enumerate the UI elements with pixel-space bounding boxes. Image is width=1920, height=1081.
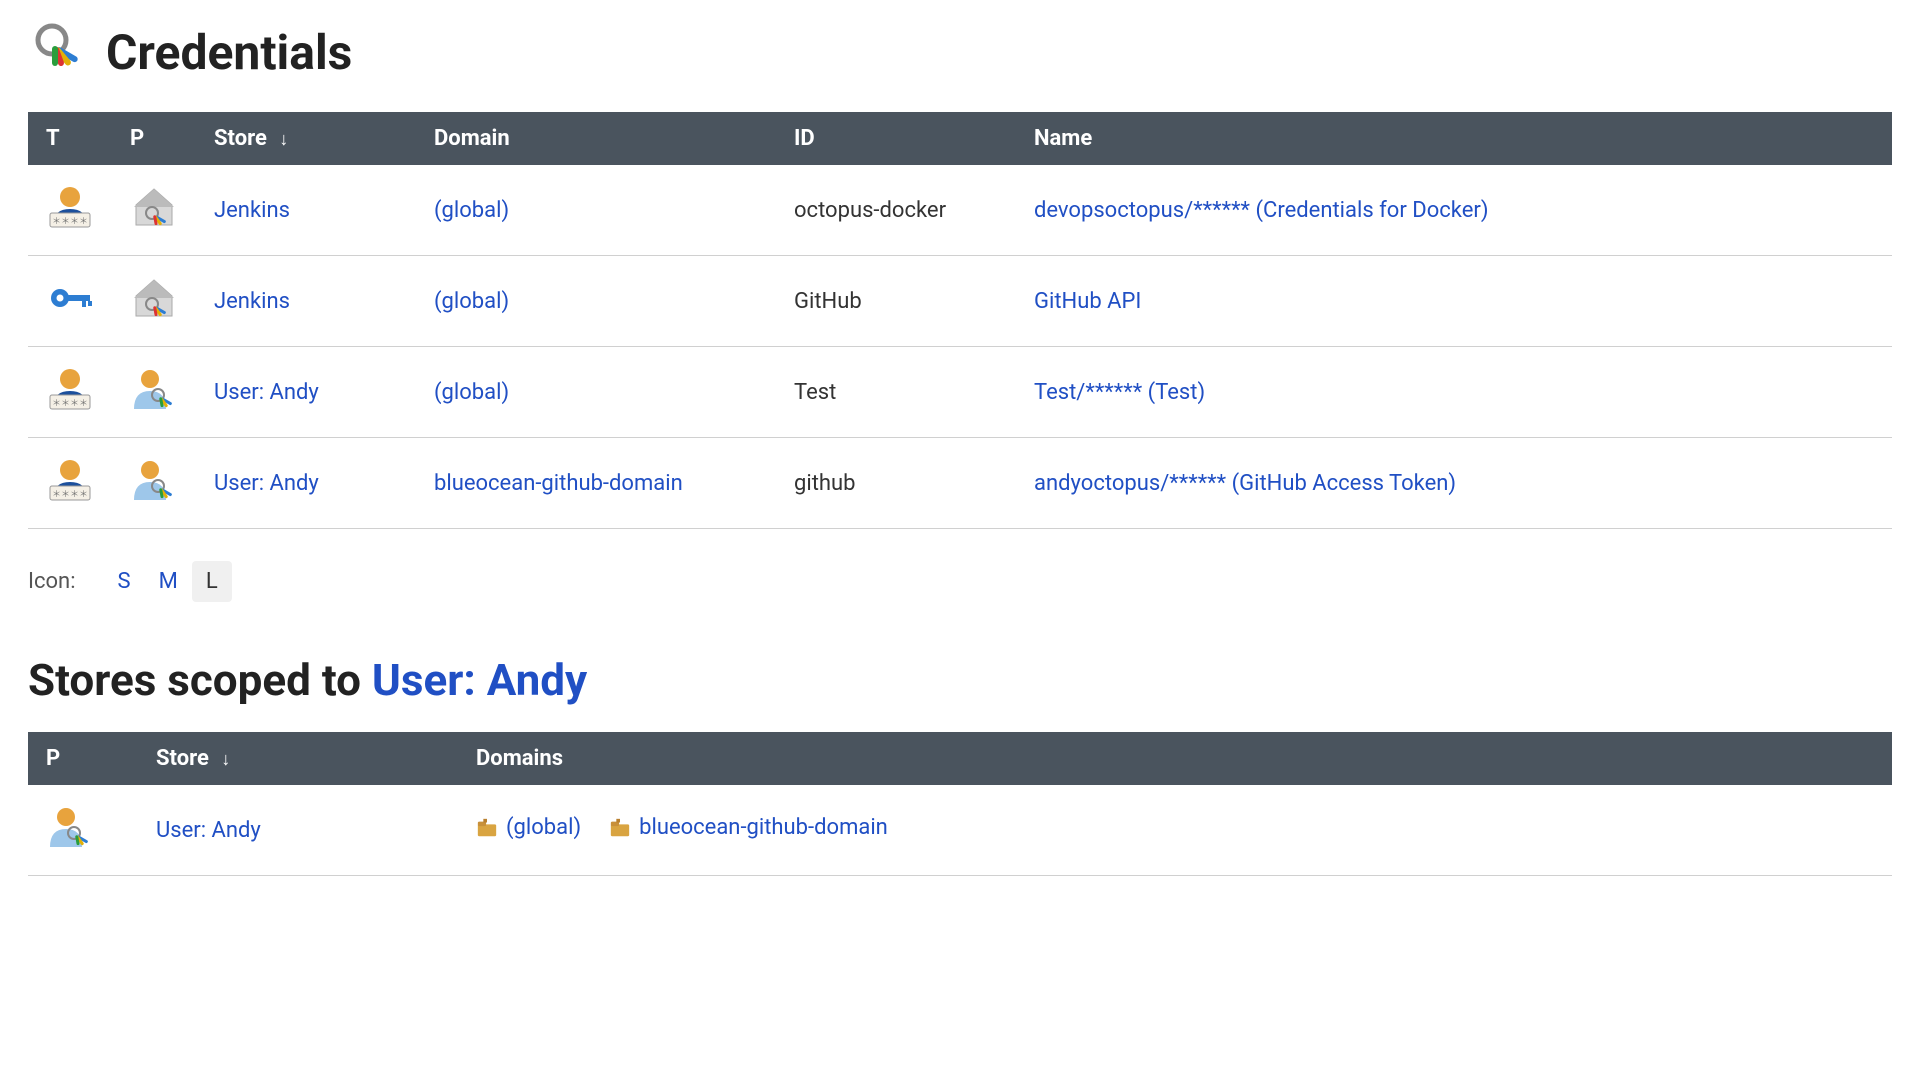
credential-id: github [794,471,856,496]
store-link[interactable]: User: Andy [214,471,319,496]
icon-size-label: Icon: [28,569,76,594]
domain-link[interactable]: (global) [434,198,509,223]
credential-name-link[interactable]: GitHub API [1034,289,1141,314]
domain-folder-icon [609,817,631,839]
scoped-column-header-p[interactable]: P [28,732,138,785]
store-user-icon [130,456,178,504]
credential-name-link[interactable]: andyoctopus/****** (GitHub Access Token) [1034,471,1456,496]
domain-folder-icon [476,817,498,839]
store-link[interactable]: Jenkins [214,289,290,314]
credentials-key-icon [46,274,94,322]
domain-link[interactable]: (global) [434,380,509,405]
table-row: Jenkins (global) GitHub GitHub API [28,256,1892,347]
store-user-icon [130,365,178,413]
scoped-column-header-domains[interactable]: Domains [458,732,1892,785]
scoped-user-link[interactable]: User: Andy [372,654,587,706]
icon-size-selector: Icon: SML [28,569,1892,594]
credentials-userpass-icon [46,456,94,504]
column-header-id[interactable]: ID [776,112,1016,165]
domain-link[interactable]: blueocean-github-domain [434,471,683,496]
credential-id: GitHub [794,289,862,314]
scoped-stores-heading: Stores scoped to User: Andy [28,654,1892,706]
sort-down-icon: ↓ [217,749,230,770]
credentials-table: T P Store ↓ Domain ID Name Jenkins (globa… [28,112,1892,529]
icon-size-s[interactable]: S [104,561,145,602]
column-header-name[interactable]: Name [1016,112,1892,165]
table-row: User: Andy (global) Test Test/****** (Test) [28,347,1892,438]
column-header-t[interactable]: T [28,112,112,165]
page-header: Credentials [28,20,1892,84]
domain-link[interactable]: (global) [434,289,509,314]
column-header-p[interactable]: P [112,112,196,165]
table-row: Jenkins (global) octopus-docker devopsoctop… [28,165,1892,256]
credentials-keyring-icon [28,20,92,84]
credential-id: Test [794,380,836,405]
store-system-icon [130,274,178,322]
sort-down-icon: ↓ [275,129,288,150]
store-user-icon [46,803,94,851]
domain-link[interactable]: (global) [476,815,581,840]
page-title: Credentials [106,24,352,81]
column-header-store[interactable]: Store ↓ [196,112,416,165]
icon-size-l[interactable]: L [192,561,232,602]
icon-size-m[interactable]: M [145,561,192,602]
column-header-domain[interactable]: Domain [416,112,776,165]
credentials-userpass-icon [46,183,94,231]
table-row: User: Andy (global) blueocean-github-domai… [28,785,1892,876]
credential-name-link[interactable]: Test/****** (Test) [1034,380,1205,405]
store-system-icon [130,183,178,231]
store-link[interactable]: User: Andy [214,380,319,405]
credential-name-link[interactable]: devopsoctopus/****** (Credentials for Do… [1034,198,1488,223]
credentials-userpass-icon [46,365,94,413]
table-row: User: Andy blueocean-github-domain github a… [28,438,1892,529]
credential-id: octopus-docker [794,198,946,223]
store-link[interactable]: User: Andy [156,818,261,843]
scoped-stores-table: P Store ↓ Domains User: Andy (global) blue… [28,732,1892,876]
store-link[interactable]: Jenkins [214,198,290,223]
domain-link[interactable]: blueocean-github-domain [609,815,888,840]
scoped-column-header-store[interactable]: Store ↓ [138,732,458,785]
